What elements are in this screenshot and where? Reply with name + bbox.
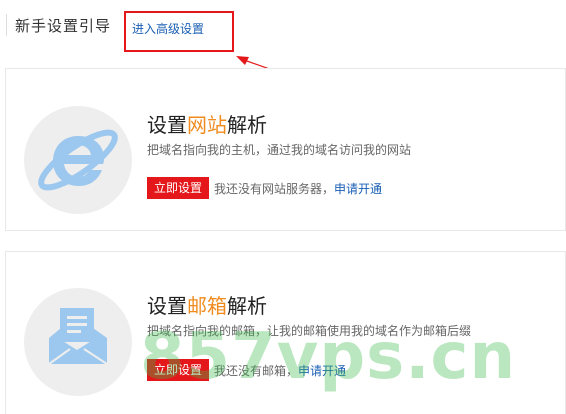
website-apply-link[interactable]: 申请开通: [334, 180, 382, 197]
annotation-highlight-box: [124, 11, 234, 52]
header-divider: [6, 14, 7, 36]
mailbox-icon-circle: [24, 288, 132, 396]
mailbox-setup-button[interactable]: 立即设置: [147, 359, 210, 381]
mailbox-no-mail-note: 我还没有邮箱，: [214, 363, 299, 378]
title-accent: 网站: [187, 113, 227, 137]
title-prefix: 设置: [147, 113, 187, 137]
mailbox-apply-link[interactable]: 申请开通: [298, 362, 346, 379]
mailbox-dns-card: 设置邮箱解析 把域名指向我的邮箱，让我的邮箱使用我的域名作为邮箱后缀 立即设置 …: [5, 251, 566, 414]
website-card-title: 设置网站解析: [147, 109, 267, 138]
page-title: 新手设置引导: [15, 17, 112, 35]
mailbox-card-description: 把域名指向我的邮箱，让我的邮箱使用我的域名作为邮箱后缀: [147, 324, 472, 338]
title-suffix: 解析: [227, 294, 267, 318]
website-setup-button[interactable]: 立即设置: [147, 177, 210, 199]
website-no-server-note: 我还没有网站服务器，: [214, 181, 335, 196]
website-icon-circle: [24, 106, 132, 214]
website-card-description: 把域名指向我的主机，通过我的域名访问我的网站: [147, 143, 412, 157]
mailbox-card-title: 设置邮箱解析: [147, 290, 267, 319]
guide-header: 新手设置引导 进入高级设置: [0, 0, 566, 60]
title-suffix: 解析: [227, 113, 267, 137]
title-accent: 邮箱: [187, 294, 227, 318]
title-prefix: 设置: [147, 294, 187, 318]
mailbox-action-row: 立即设置 我还没有邮箱， 申请开通: [147, 359, 346, 381]
website-dns-card: 设置网站解析 把域名指向我的主机，通过我的域名访问我的网站 立即设置 我还没有网…: [5, 68, 566, 231]
envelope-icon: [48, 308, 108, 365]
website-action-row: 立即设置 我还没有网站服务器， 申请开通: [147, 177, 382, 199]
internet-explorer-icon: [38, 129, 118, 191]
